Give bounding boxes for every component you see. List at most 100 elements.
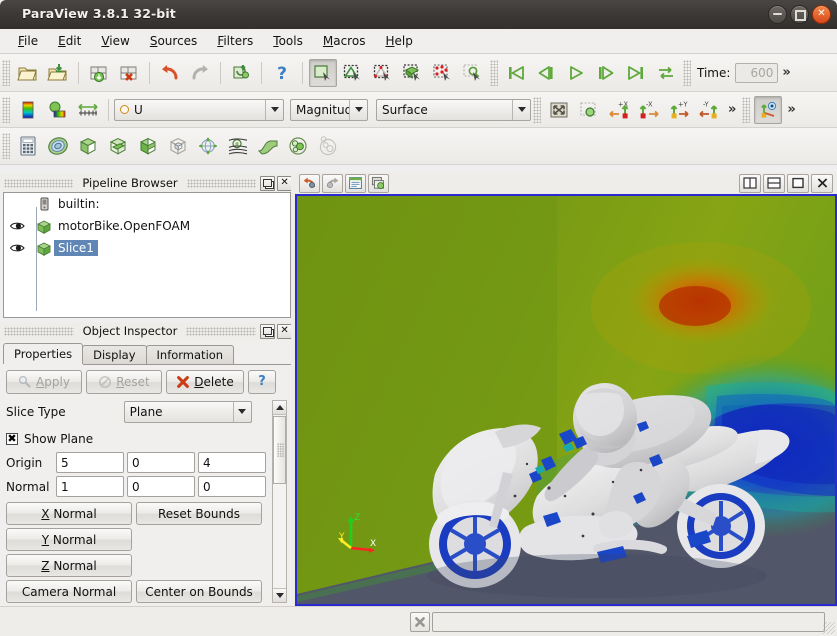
open-recent-icon[interactable] [44,59,72,87]
menu-edit[interactable]: Edit [48,31,91,51]
close-view-button[interactable] [811,173,833,193]
warp-filter-icon[interactable] [254,132,282,160]
apply-button[interactable]: Apply [6,369,82,394]
menu-tools[interactable]: Tools [263,31,313,51]
time-input[interactable]: 600 [735,62,779,83]
previous-frame-button[interactable] [532,59,560,87]
menu-file[interactable]: FFileile [8,31,48,51]
select-block-icon[interactable] [429,59,457,87]
contour-filter-icon[interactable] [44,132,72,160]
toolbar-grip-color[interactable] [2,96,10,123]
edit-color-map-icon[interactable] [14,96,42,124]
visibility-toggle-slice1[interactable] [8,242,26,254]
chevron-down-icon[interactable] [512,99,530,120]
set-view-minus-y-icon[interactable]: -Y [695,96,723,124]
representation-combo[interactable]: Surface [376,98,531,121]
inspector-close-button[interactable]: ✕ [277,323,293,339]
pipeline-item-slice1[interactable]: Slice1 [4,237,290,259]
color-array-combo[interactable]: U [114,98,284,121]
toggle-color-legend-icon[interactable] [345,173,366,193]
save-screenshot-icon[interactable] [115,59,143,87]
reset-bounds-button[interactable]: Reset Bounds [136,502,262,525]
first-frame-button[interactable] [502,59,530,87]
tab-properties[interactable]: Properties [3,343,84,364]
next-frame-button[interactable] [592,59,620,87]
z-normal-button[interactable]: Z Normal [6,554,132,577]
x-normal-button[interactable]: X Normal [6,502,132,525]
toolbar-overflow-axes[interactable]: » [783,103,799,116]
chevron-down-icon[interactable] [349,99,367,120]
tab-display[interactable]: Display [82,345,147,364]
scroll-up-button[interactable] [273,401,286,415]
help-icon[interactable]: ? [268,59,296,87]
menu-view[interactable]: View [91,31,139,51]
toolbar-grip-time[interactable] [683,59,691,86]
pipeline-item-builtin[interactable]: builtin: [4,193,290,215]
menu-filters[interactable]: Filters [207,31,263,51]
toolbar-grip[interactable] [2,59,10,86]
properties-scrollbar[interactable] [272,400,287,603]
scrollbar-thumb[interactable] [273,416,286,484]
rescale-custom-range-icon[interactable] [74,96,102,124]
normal-x-input[interactable]: 1 [56,476,124,497]
select-points-through-icon[interactable] [369,59,397,87]
menu-sources[interactable]: Sources [140,31,207,51]
toolbar-overflow-main[interactable]: » [778,66,794,79]
normal-z-input[interactable]: 0 [198,476,266,497]
toolbar-grip-filters[interactable] [2,133,10,159]
pipeline-browser-list[interactable]: builtin: motorBike.OpenFOAM Slice1 [3,192,291,318]
render-canvas-area[interactable]: Z X Y [295,194,837,606]
help-button[interactable]: ? [248,369,276,394]
show-plane-checkbox[interactable]: ✖ [6,432,18,445]
last-frame-button[interactable] [622,59,650,87]
dock-grip[interactable] [4,178,74,188]
threshold-filter-icon[interactable] [134,132,162,160]
group-datasets-filter-icon[interactable] [284,132,312,160]
connect-icon[interactable] [227,59,255,87]
reset-button[interactable]: Reset [86,369,162,394]
pipeline-item-motorbike[interactable]: motorBike.OpenFOAM [4,215,290,237]
play-button[interactable] [562,59,590,87]
color-component-combo[interactable]: Magnitude [290,98,368,121]
toolbar-grip-vcr[interactable] [490,59,498,86]
camera-normal-button[interactable]: Camera Normal [6,580,132,603]
select-cells-icon[interactable] [309,58,337,87]
tab-information[interactable]: Information [145,345,235,364]
maximize-button[interactable] [790,5,809,24]
rescale-to-data-range-icon[interactable] [44,96,72,124]
chevron-down-icon[interactable] [232,401,251,422]
redo-camera-icon[interactable] [322,173,343,193]
zoom-to-data-icon[interactable] [575,96,603,124]
pipeline-close-button[interactable]: ✕ [277,175,293,191]
show-center-axes-icon[interactable] [754,95,783,124]
toolbar-grip-axes[interactable] [742,96,751,123]
close-button[interactable]: ✕ [812,5,831,24]
set-view-plus-x-icon[interactable]: +X [605,96,633,124]
pipeline-float-button[interactable] [260,175,276,191]
cancel-button[interactable] [410,611,430,632]
scroll-down-button[interactable] [273,588,286,602]
normal-y-input[interactable]: 0 [127,476,195,497]
open-file-icon[interactable] [14,59,42,87]
split-vertical-button[interactable] [763,173,785,193]
glyph-filter-icon[interactable] [194,132,222,160]
set-view-minus-x-icon[interactable]: -X [635,96,663,124]
dock-grip-right[interactable] [186,326,257,336]
redo-icon[interactable] [186,59,214,87]
undo-camera-icon[interactable] [299,173,320,193]
center-on-bounds-button[interactable]: Center on Bounds [136,580,262,603]
chevron-down-icon[interactable] [265,99,283,120]
capture-screenshot-icon[interactable] [368,173,389,193]
select-cells-through-icon[interactable] [399,59,427,87]
stream-tracer-filter-icon[interactable] [224,132,252,160]
origin-y-input[interactable]: 0 [127,452,195,473]
calculator-filter-icon[interactable] [14,132,42,160]
delete-button[interactable]: Delete [166,369,244,394]
dock-grip[interactable] [4,326,74,336]
inspector-float-button[interactable] [260,323,276,339]
resize-grip[interactable] [823,622,835,634]
menu-help[interactable]: Help [375,31,422,51]
save-data-icon[interactable] [85,59,113,87]
y-normal-button[interactable]: Y Normal [6,528,132,551]
undo-icon[interactable] [156,59,184,87]
